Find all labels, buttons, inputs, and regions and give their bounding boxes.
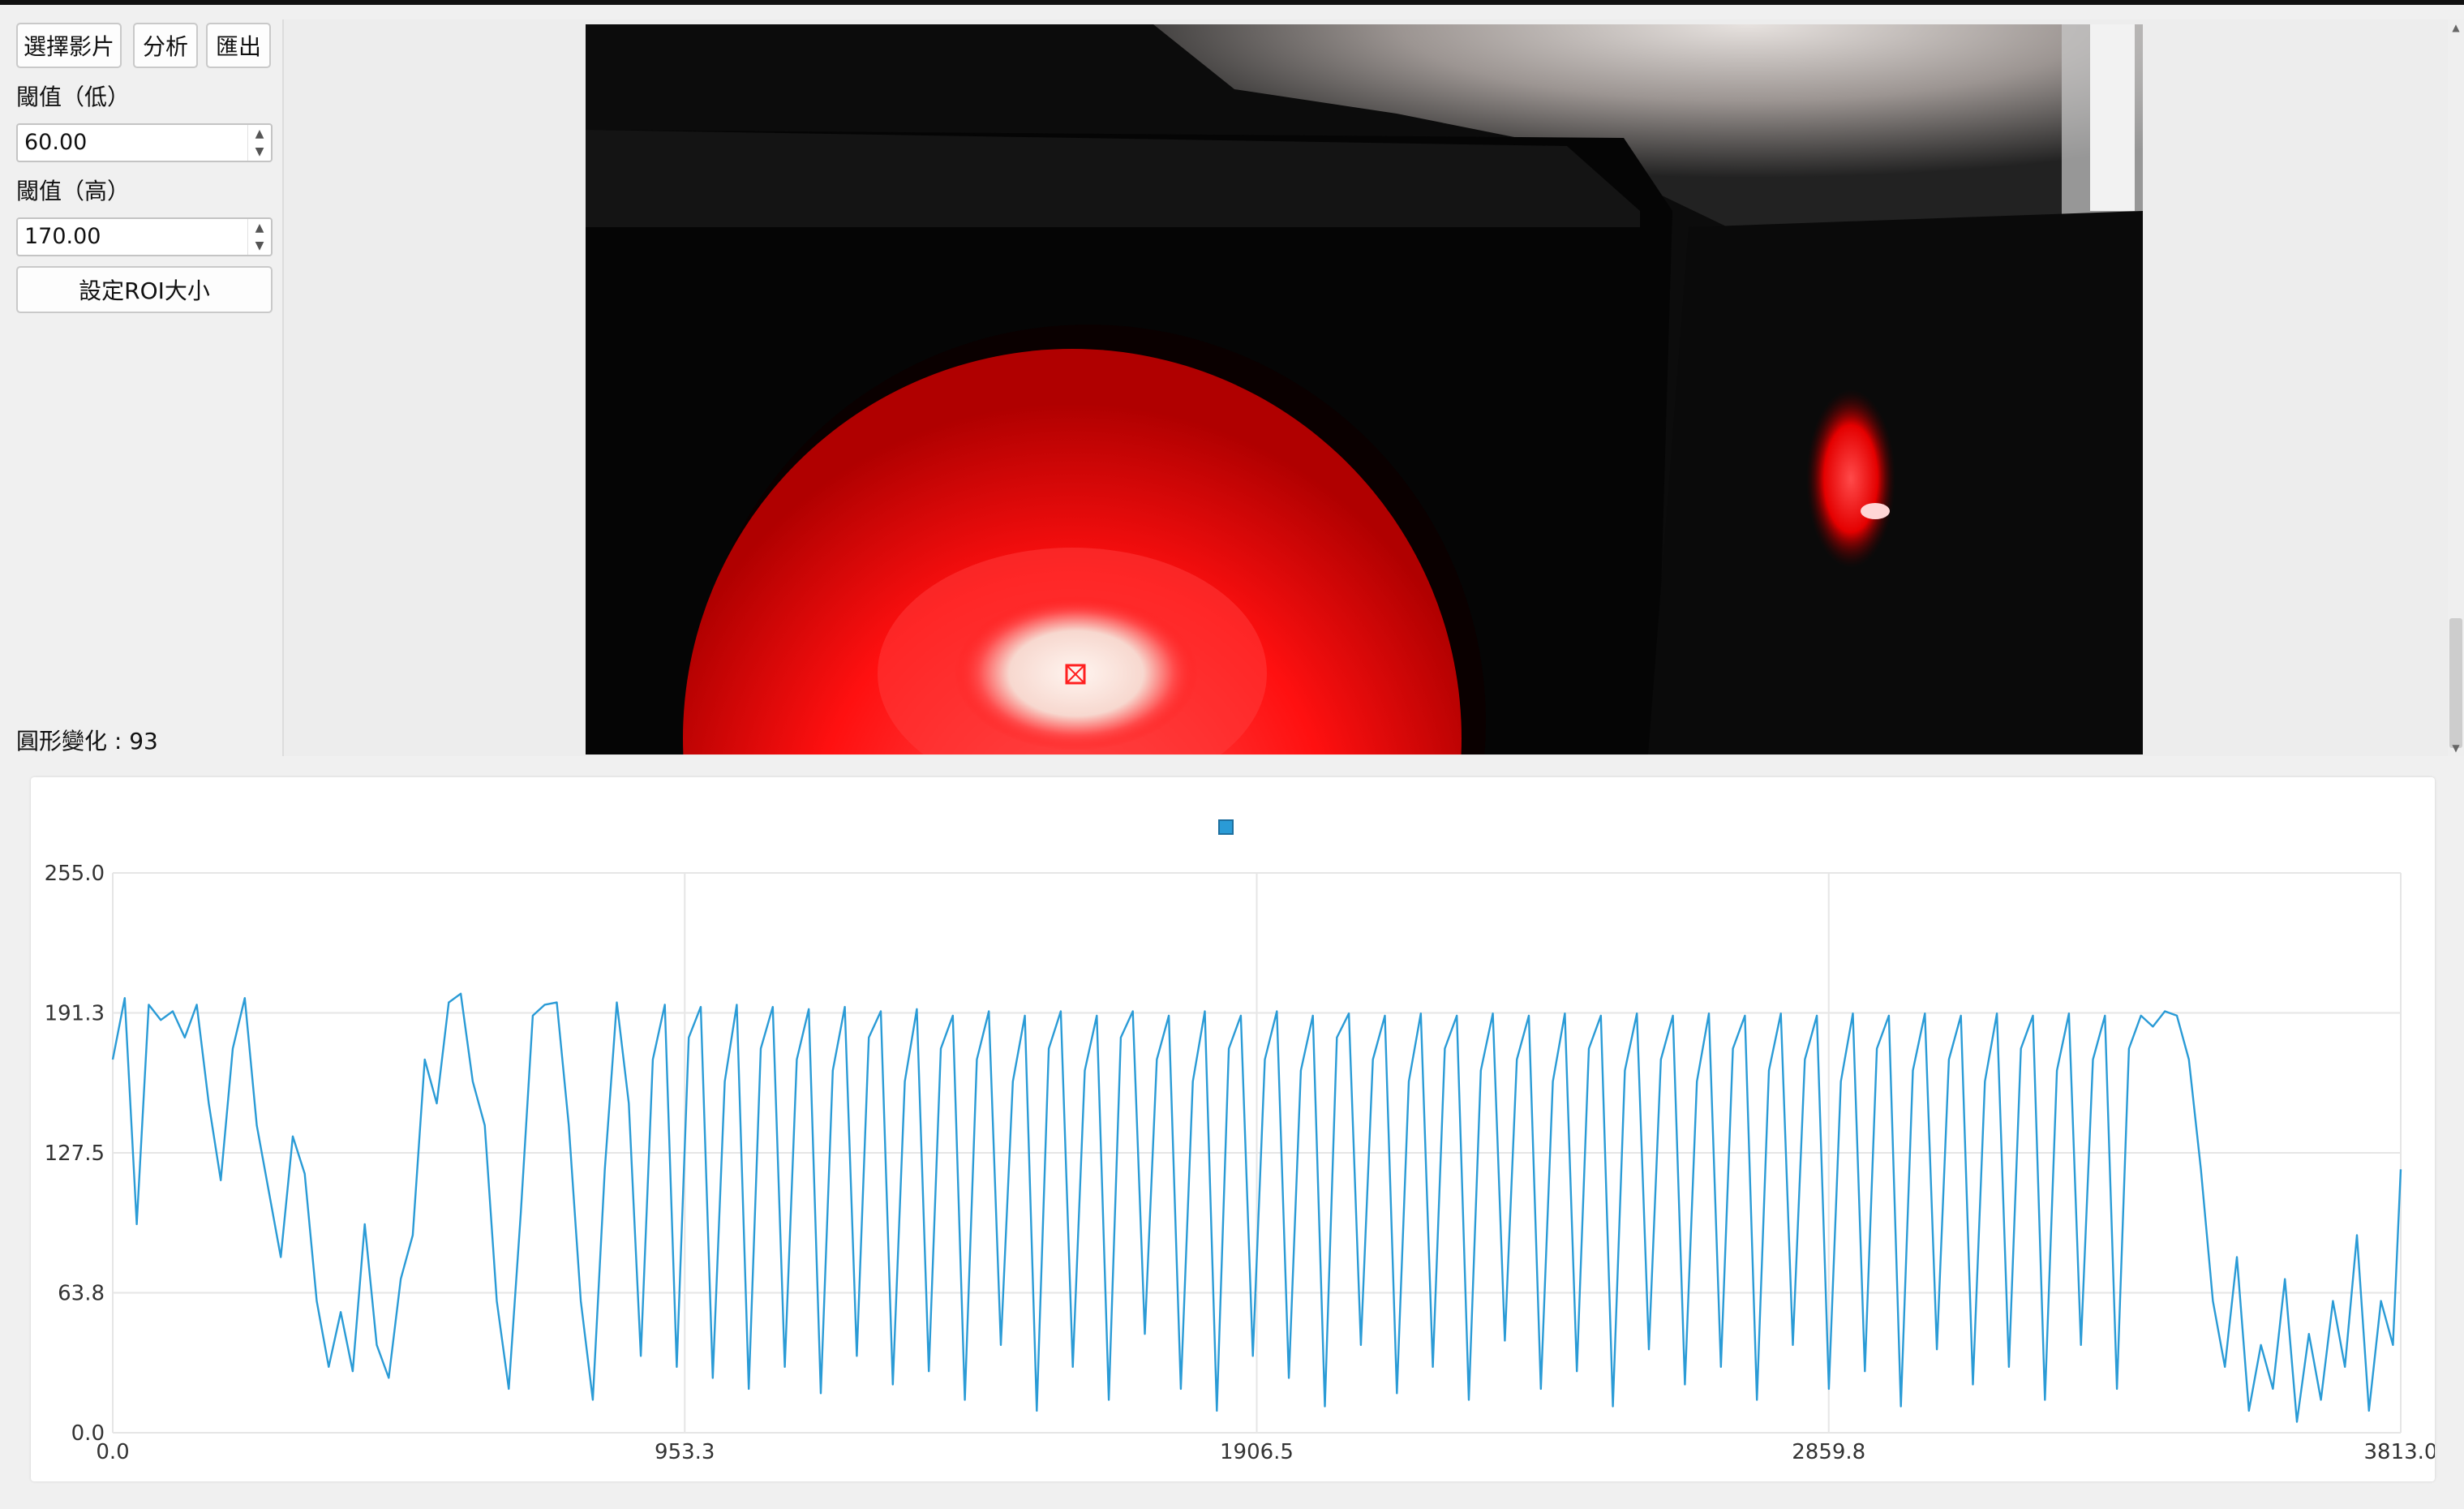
y-tick-label: 127.5 bbox=[45, 1141, 105, 1166]
window-top-edge bbox=[0, 0, 2464, 5]
y-tick-label: 255.0 bbox=[45, 862, 105, 886]
threshold-high-stepper[interactable]: ▲ ▼ bbox=[247, 219, 271, 255]
spin-up-icon[interactable]: ▲ bbox=[248, 125, 271, 143]
threshold-low-label: 閾值（低） bbox=[16, 84, 131, 110]
x-tick-label: 1906.5 bbox=[1220, 1440, 1294, 1464]
set-roi-size-button[interactable]: 設定ROI大小 bbox=[16, 266, 273, 313]
threshold-low-value: 60.00 bbox=[24, 130, 88, 155]
y-tick-label: 63.8 bbox=[58, 1282, 105, 1306]
threshold-high-spinbox[interactable]: 170.00 ▲ ▼ bbox=[16, 217, 273, 256]
y-tick-label: 191.3 bbox=[45, 1002, 105, 1026]
x-tick-label: 953.3 bbox=[655, 1440, 715, 1464]
legend-marker bbox=[1218, 819, 1234, 835]
scroll-down-icon[interactable]: ▼ bbox=[2448, 740, 2464, 756]
export-button[interactable]: 匯出 bbox=[206, 23, 271, 68]
x-tick-label: 2859.8 bbox=[1792, 1440, 1865, 1464]
video-frame-image bbox=[586, 24, 2143, 754]
intensity-line-chart: 0.0 953.3 1906.5 2859.8 3813.00.063.8127.519… bbox=[45, 819, 2435, 1464]
analyze-button[interactable]: 分析 bbox=[133, 23, 198, 68]
x-tick-label: 3813.0 bbox=[2364, 1440, 2435, 1464]
chart-panel: 0.0 953.3 1906.5 2859.8 3813.0 0.0 63.8 127.5 19… bbox=[31, 777, 2435, 1481]
select-video-button[interactable]: 選擇影片 bbox=[16, 23, 122, 68]
scrollbar-thumb[interactable] bbox=[2449, 618, 2462, 748]
y-tick-label: 0.0 bbox=[71, 1421, 105, 1446]
spin-down-icon[interactable]: ▼ bbox=[248, 143, 271, 161]
threshold-low-spinbox[interactable]: 60.00 ▲ ▼ bbox=[16, 123, 273, 162]
scroll-up-icon[interactable]: ▲ bbox=[2448, 19, 2464, 36]
video-frame bbox=[586, 24, 2143, 754]
vertical-scrollbar[interactable]: ▲ ▼ bbox=[2448, 19, 2464, 756]
circle-change-readout: 圓形變化 : 93 bbox=[16, 728, 158, 754]
threshold-high-value: 170.00 bbox=[24, 224, 101, 249]
threshold-low-stepper[interactable]: ▲ ▼ bbox=[247, 125, 271, 161]
threshold-high-label: 閾值（高） bbox=[16, 178, 131, 204]
spin-down-icon[interactable]: ▼ bbox=[248, 237, 271, 255]
spin-up-icon[interactable]: ▲ bbox=[248, 219, 271, 237]
